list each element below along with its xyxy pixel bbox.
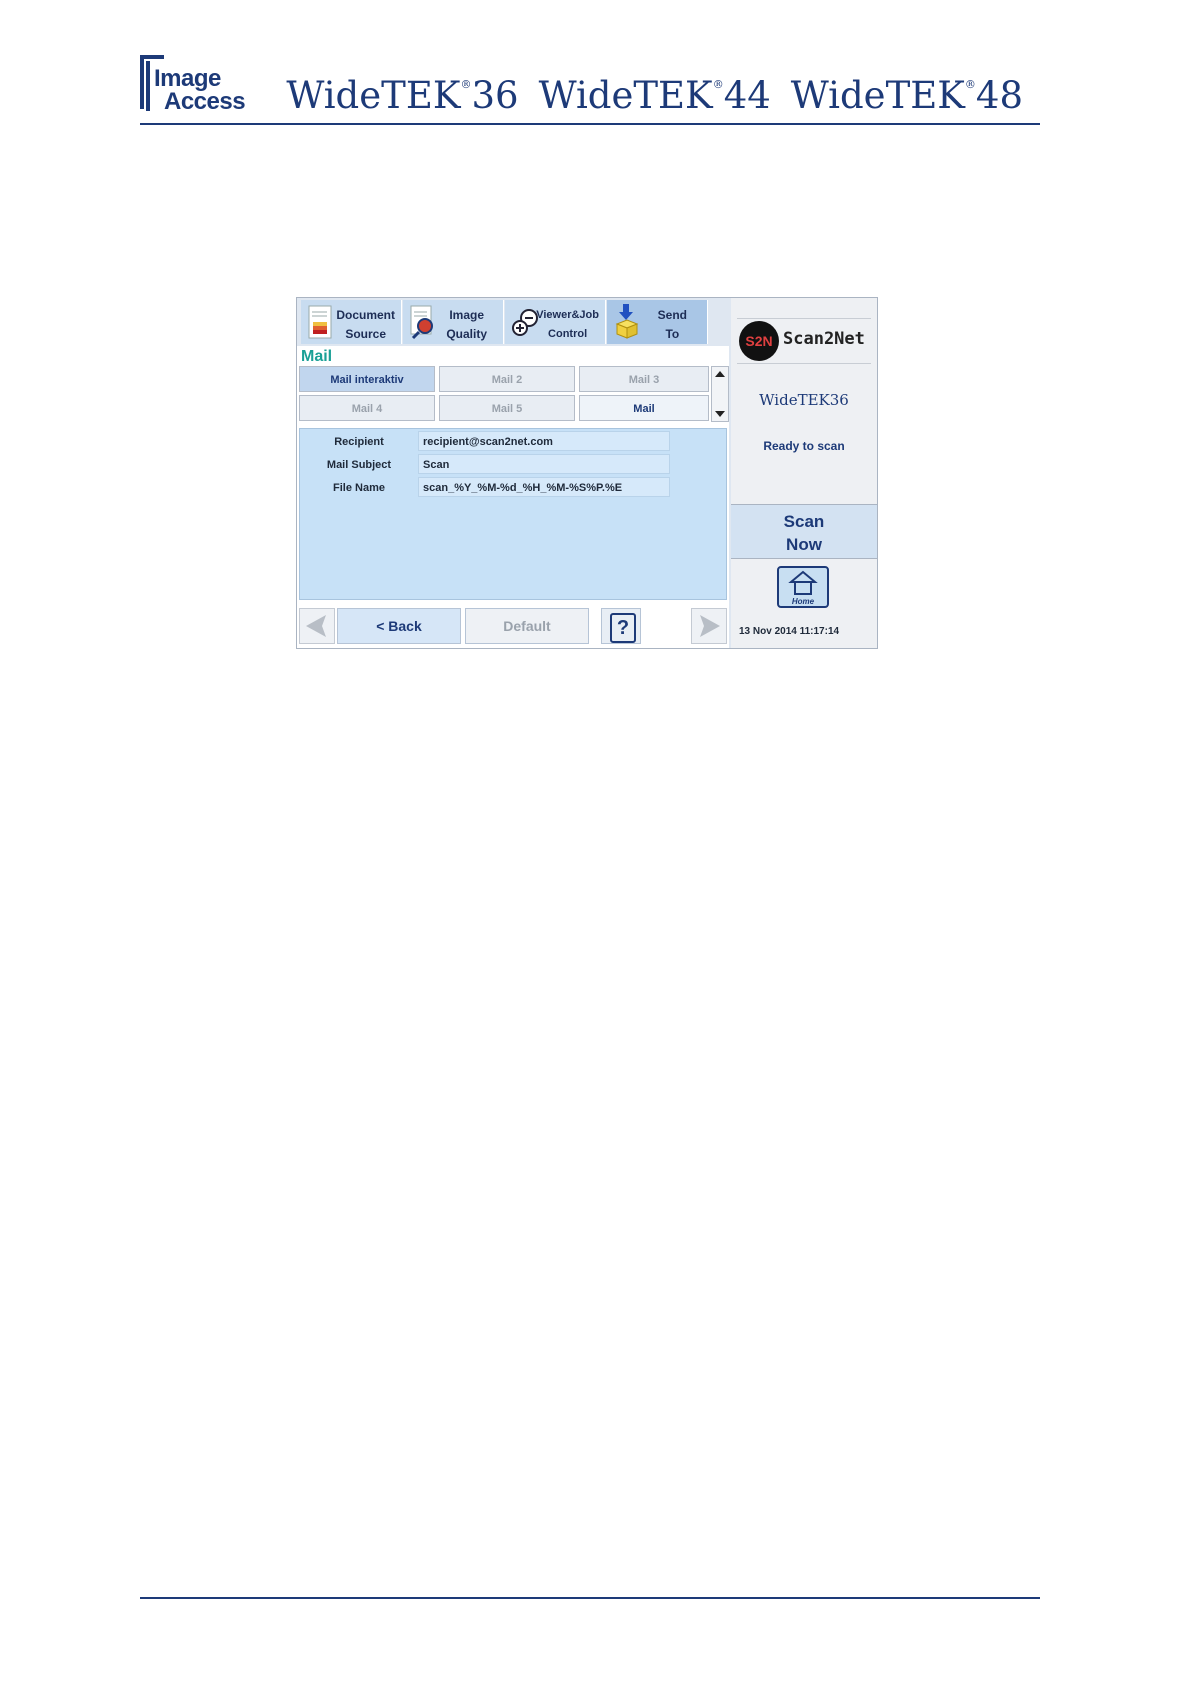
datetime: 13 Nov 2014 11:17:14 (739, 626, 840, 637)
header-rule (140, 123, 1040, 125)
help-icon: ? (610, 613, 636, 643)
mail-settings-form: Recipient recipient@scan2net.com Mail Su… (299, 428, 727, 600)
model-names: WideTEK®36 WideTEK®44 WideTEK®48 (286, 74, 1023, 117)
tab-mail-3[interactable]: Mail 3 (579, 366, 709, 392)
mail-subject-label: Mail Subject (326, 459, 392, 471)
arrow-left-icon (306, 615, 326, 637)
toolbar-item-label: To (665, 327, 680, 341)
page-title: Mail (301, 348, 333, 365)
toolbar-item-label: Viewer&Job (536, 309, 599, 321)
home-button[interactable]: Home (777, 566, 829, 608)
toolbar-image-quality[interactable]: Image Quality (403, 300, 504, 344)
recipient-field[interactable]: recipient@scan2net.com (418, 431, 670, 451)
image-access-logo: Image Access (140, 55, 248, 115)
help-button[interactable]: ? (601, 608, 641, 644)
device-model: WideTEK36 (759, 391, 849, 409)
scroll-down-icon[interactable] (715, 411, 725, 417)
mail-subject-field[interactable]: Scan (418, 454, 670, 474)
toolbar-viewer-job-control[interactable]: Viewer&Job Control (505, 300, 606, 344)
form-row: Recipient recipient@scan2net.com (300, 431, 726, 453)
scan-now-button[interactable]: Scan Now (731, 504, 877, 559)
main-toolbar: Document Source Image Quality Viewer&Job Co… (297, 298, 729, 346)
toolbar-item-label: Send (657, 308, 687, 322)
tab-mail-2[interactable]: Mail 2 (439, 366, 575, 392)
next-button[interactable] (691, 608, 727, 644)
footer-rule (140, 1597, 1040, 1599)
home-label: Home (791, 597, 815, 606)
scan2net-logo: S2N Scan2Net (737, 318, 871, 364)
form-row: Mail Subject Scan (300, 454, 726, 476)
toolbar-send-to[interactable]: Send To (607, 300, 708, 344)
toolbar-item-label: Control (548, 328, 588, 340)
scan-now-label-line2: Now (786, 535, 822, 554)
status-sidebar: S2N Scan2Net WideTEK36 Ready to scan Sca… (731, 298, 877, 648)
scroll-up-icon[interactable] (715, 371, 725, 377)
default-button[interactable]: Default (465, 608, 589, 644)
status-text: Ready to scan (763, 439, 845, 453)
mail-panel: Mail Mail interaktiv Mail 2 Mail 3 Mail … (297, 346, 729, 648)
document-icon (308, 305, 332, 339)
magnifier-icon (410, 305, 433, 340)
model-name-44: WideTEK®44 (538, 74, 771, 117)
toolbar-item-label: Quality (446, 327, 487, 341)
arrow-right-icon (700, 615, 720, 637)
toolbar-document-source[interactable]: Document Source (301, 300, 402, 344)
scan-now-label-line1: Scan (783, 512, 825, 531)
logo-text-line2: Access (164, 88, 246, 115)
recipient-label: Recipient (334, 436, 384, 448)
tab-mail-4[interactable]: Mail 4 (299, 395, 435, 421)
bottom-button-bar: < Back Default ? (297, 604, 729, 648)
tab-mail[interactable]: Mail (579, 395, 709, 421)
scanner-ui-screenshot: Document Source Image Quality Viewer&Job Co… (296, 297, 878, 649)
form-row: File Name scan_%Y_%M-%d_%H_%M-%S%P.%E (300, 477, 726, 499)
brand-name: Scan2Net (783, 329, 865, 349)
send-box-icon (615, 304, 639, 339)
model-name-48: WideTEK®48 (790, 74, 1023, 117)
home-icon (788, 570, 818, 595)
tab-mail-interaktiv[interactable]: Mail interaktiv (299, 366, 435, 392)
tab-scrollbar[interactable] (711, 366, 729, 422)
zoom-control-icon (512, 309, 538, 336)
model-name-36: WideTEK®36 (286, 74, 519, 117)
file-name-label: File Name (333, 482, 385, 494)
file-name-field[interactable]: scan_%Y_%M-%d_%H_%M-%S%P.%E (418, 477, 670, 497)
toolbar-item-label: Source (345, 327, 386, 341)
back-button[interactable]: < Back (337, 608, 461, 644)
toolbar-item-label: Image (449, 308, 484, 322)
previous-button[interactable] (299, 608, 335, 644)
tab-mail-5[interactable]: Mail 5 (439, 395, 575, 421)
toolbar-item-label: Document (336, 308, 395, 322)
s2n-badge-icon: S2N (739, 321, 779, 361)
